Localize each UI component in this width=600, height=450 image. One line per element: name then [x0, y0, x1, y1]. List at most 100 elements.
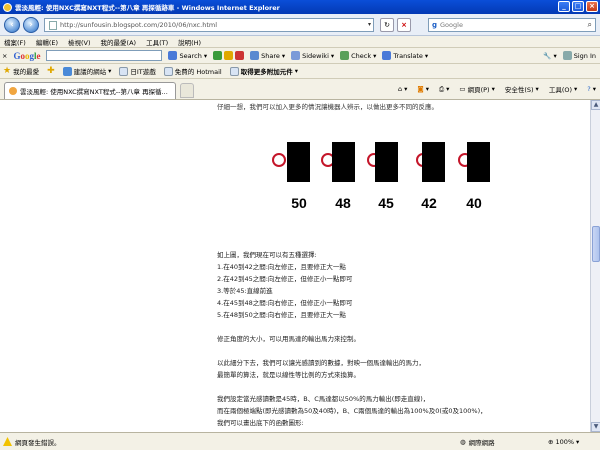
paragraph-motor-3: 我們可以畫出底下的函數圖形:	[217, 419, 304, 427]
favorite-label: 建議的網站	[73, 68, 107, 76]
close-toolbar-icon[interactable]: ×	[2, 52, 7, 60]
minimize-button[interactable]: _	[558, 1, 570, 12]
toolbar-icon-group[interactable]	[213, 51, 245, 60]
scroll-down-arrow[interactable]: ▼	[591, 422, 600, 432]
star-icon: ★	[3, 66, 12, 76]
new-tab-button[interactable]	[180, 83, 194, 98]
option-item: 3.等於45:直線前進	[217, 287, 273, 295]
spellcheck-icon	[340, 51, 350, 60]
wrench-icon: 🔧	[543, 51, 552, 60]
command-bar: ⌂ ▾ ◙ ▾ ⎙ ▾ ▭ 網頁(P) ▾ 安全性(S) ▾ 工具(O) ▾ ? ▾	[398, 84, 596, 95]
translate-icon	[382, 51, 392, 60]
window-title-bar: 雲淡風輕: 使用NXC撰寫NXT程式--第八章 再探循跡車 - Windows …	[0, 0, 600, 14]
favorite-suggested-sites[interactable]: 建議的網站 ▾	[62, 66, 111, 76]
paragraph-motor-1: 我們設定當光感讀數是45時，B、C馬達都以50%的馬力輸出(即走直線)，	[217, 395, 430, 403]
maximize-button[interactable]: □	[572, 1, 584, 12]
google-logo: Google	[13, 50, 41, 61]
help-icon: ?	[587, 85, 591, 93]
share-button[interactable]: Share ▾	[250, 51, 285, 60]
ie-icon	[62, 66, 72, 76]
home-icon: ⌂	[397, 85, 403, 93]
page-menu[interactable]: ▭ 網頁(P) ▾	[459, 84, 494, 94]
address-toolbar: ‹ › http://sunfousin.blogspot.com/2010/0…	[0, 14, 600, 36]
status-message[interactable]: 網頁發生錯誤。	[0, 437, 360, 447]
menu-view[interactable]: 檢視(V)	[68, 37, 91, 47]
home-button[interactable]: ⌂ ▾	[398, 85, 407, 93]
status-text: 網頁發生錯誤。	[15, 438, 61, 447]
printer-icon: ⎙	[438, 84, 445, 93]
zone-label: 網際網路	[468, 438, 495, 447]
options-intro: 如上圖，我們現在可以有五種選擇:	[217, 251, 317, 259]
favorite-hotmail[interactable]: 免費的 Hotmail	[163, 66, 222, 76]
back-button[interactable]: ‹	[4, 17, 20, 33]
tools-menu-label: 工具(O)	[548, 86, 573, 94]
sign-in-button[interactable]: Sign In	[562, 51, 596, 60]
favorite-it-games[interactable]: 日IT遊戲	[119, 66, 156, 76]
share-label: Share	[261, 51, 280, 60]
paragraph-correction: 修正角度的大小，可以用馬達的輸出馬力來控制。	[217, 335, 360, 343]
window-controls: _ □ ×	[558, 1, 598, 12]
menu-file[interactable]: 檔案(F)	[4, 37, 26, 47]
favorite-label: 日IT遊戲	[130, 68, 156, 76]
check-label: Check	[351, 51, 372, 60]
safety-menu[interactable]: 安全性(S) ▾	[505, 84, 539, 94]
gmail-icon	[235, 51, 245, 60]
feeds-button[interactable]: ◙ ▾	[417, 85, 429, 93]
paragraph-mapping-2: 最簡單的算法，就是以線性等比例的方式來換算。	[217, 371, 360, 379]
option-item: 4.在45到48之間:向右修正，但修正小一點即可	[217, 299, 353, 307]
zoom-icon: ⊕	[548, 437, 554, 446]
google-toolbar: × Google Search ▾ Share ▾ Sidewiki ▾ Che…	[0, 48, 600, 64]
tools-menu[interactable]: 工具(O) ▾	[549, 84, 577, 94]
favorite-label: 取得更多附加元件	[240, 68, 293, 76]
page-icon	[119, 66, 129, 76]
search-icon	[168, 51, 178, 60]
bookmark-icon	[224, 51, 234, 60]
sensor-value: 48	[335, 195, 351, 211]
sensor-bar	[287, 142, 310, 182]
zoom-control[interactable]: ⊕ 100% ▾	[548, 438, 579, 446]
check-button[interactable]: Check ▾	[340, 51, 376, 60]
search-button[interactable]: Search ▾	[168, 51, 207, 60]
forward-button[interactable]: ›	[23, 17, 39, 33]
translate-button[interactable]: Translate ▾	[382, 51, 428, 60]
status-bar: 網頁發生錯誤。 ◍ 網際網路 ⊕ 100% ▾	[0, 432, 600, 450]
help-button[interactable]: ? ▾	[587, 85, 596, 93]
blogger-icon	[9, 87, 17, 95]
favorites-bar: ★ 我的最愛 ✚ 建議的網站 ▾ 日IT遊戲 免費的 Hotmail 取得更多附加…	[0, 64, 600, 79]
translate-label: Translate	[393, 51, 423, 60]
sensor-circle	[272, 153, 286, 167]
tab-label: 雲淡風輕: 使用NXC撰寫NXT程式--第八章 再探循...	[20, 88, 168, 96]
sidewiki-button[interactable]: Sidewiki ▾	[291, 51, 334, 60]
menu-help[interactable]: 說明(H)	[178, 37, 201, 47]
settings-button[interactable]: 🔧 ▾	[543, 52, 556, 60]
sensor-value: 42	[421, 195, 437, 211]
close-button[interactable]: ×	[586, 1, 598, 12]
security-zone[interactable]: ◍ 網際網路	[460, 437, 495, 447]
user-icon	[562, 51, 572, 60]
tab-active[interactable]: 雲淡風輕: 使用NXC撰寫NXT程式--第八章 再探循...	[4, 82, 176, 99]
option-item: 5.在48到50之間:向右修正，且要修正大一點	[217, 311, 346, 319]
google-toolbar-search-input[interactable]	[46, 50, 163, 61]
vertical-scrollbar[interactable]: ▲ ▼	[590, 100, 600, 432]
menu-tools[interactable]: 工具(T)	[146, 37, 168, 47]
favorites-button[interactable]: ★ 我的最愛	[3, 66, 39, 76]
ie-app-icon	[3, 2, 12, 12]
scroll-thumb[interactable]	[592, 226, 600, 262]
menu-favorites[interactable]: 我的最愛(A)	[101, 37, 137, 47]
add-favorite-button[interactable]: ✚	[47, 66, 55, 76]
menu-edit[interactable]: 編輯(E)	[36, 37, 58, 47]
safety-menu-label: 安全性(S)	[504, 86, 534, 94]
chevron-down-icon[interactable]: ▾	[368, 21, 371, 28]
add-star-icon: ✚	[47, 66, 55, 76]
sensor-bar	[375, 142, 398, 182]
refresh-icon[interactable]: ↻	[380, 18, 394, 32]
page-icon	[49, 20, 57, 30]
scroll-up-arrow[interactable]: ▲	[591, 100, 600, 110]
sensor-value: 45	[378, 195, 394, 211]
favorite-addons[interactable]: 取得更多附加元件 ▾	[229, 66, 298, 76]
search-icon[interactable]: ⌕	[588, 20, 592, 30]
stop-icon[interactable]: ×	[397, 18, 411, 32]
search-input[interactable]: g Google ⌕	[428, 18, 596, 32]
address-field[interactable]: http://sunfousin.blogspot.com/2010/06/nx…	[44, 18, 374, 32]
print-button[interactable]: ⎙ ▾	[439, 85, 449, 94]
